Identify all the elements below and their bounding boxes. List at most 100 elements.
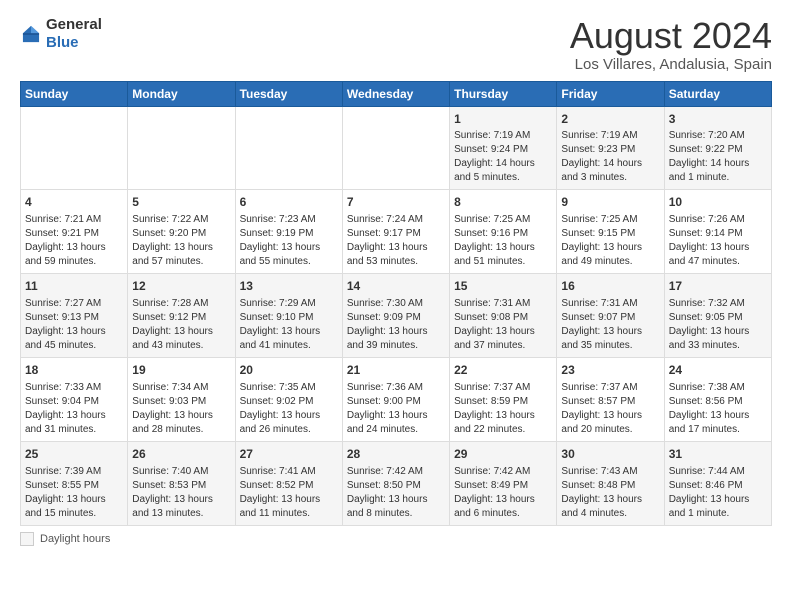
day-info: Daylight: 13 hours and 53 minutes. [347, 241, 445, 269]
day-info: Sunset: 9:21 PM [25, 227, 123, 241]
calendar-cell: 12Sunrise: 7:28 AMSunset: 9:12 PMDayligh… [128, 274, 235, 358]
day-info: Sunset: 8:56 PM [669, 395, 767, 409]
calendar-cell: 2Sunrise: 7:19 AMSunset: 9:23 PMDaylight… [557, 106, 664, 190]
calendar-cell: 27Sunrise: 7:41 AMSunset: 8:52 PMDayligh… [235, 441, 342, 525]
day-number: 19 [132, 362, 230, 379]
day-info: Sunrise: 7:21 AM [25, 213, 123, 227]
day-info: Daylight: 13 hours and 43 minutes. [132, 325, 230, 353]
day-info: Sunset: 9:13 PM [25, 311, 123, 325]
day-number: 5 [132, 194, 230, 211]
calendar-cell: 19Sunrise: 7:34 AMSunset: 9:03 PMDayligh… [128, 357, 235, 441]
calendar-cell: 15Sunrise: 7:31 AMSunset: 9:08 PMDayligh… [450, 274, 557, 358]
day-number: 4 [25, 194, 123, 211]
day-number: 23 [561, 362, 659, 379]
calendar-cell: 29Sunrise: 7:42 AMSunset: 8:49 PMDayligh… [450, 441, 557, 525]
day-info: Sunrise: 7:42 AM [347, 465, 445, 479]
calendar-cell: 18Sunrise: 7:33 AMSunset: 9:04 PMDayligh… [21, 357, 128, 441]
day-number: 12 [132, 278, 230, 295]
day-info: Sunset: 9:14 PM [669, 227, 767, 241]
day-info: Sunrise: 7:19 AM [454, 129, 552, 143]
day-info: Sunrise: 7:37 AM [561, 381, 659, 395]
day-info: Daylight: 13 hours and 31 minutes. [25, 409, 123, 437]
day-info: Sunrise: 7:19 AM [561, 129, 659, 143]
calendar-cell: 8Sunrise: 7:25 AMSunset: 9:16 PMDaylight… [450, 190, 557, 274]
day-info: Daylight: 13 hours and 26 minutes. [240, 409, 338, 437]
day-info: Sunset: 9:07 PM [561, 311, 659, 325]
day-info: Sunrise: 7:24 AM [347, 213, 445, 227]
day-info: Daylight: 13 hours and 47 minutes. [669, 241, 767, 269]
calendar-cell: 10Sunrise: 7:26 AMSunset: 9:14 PMDayligh… [664, 190, 771, 274]
day-number: 6 [240, 194, 338, 211]
day-info: Sunrise: 7:25 AM [454, 213, 552, 227]
day-number: 29 [454, 446, 552, 463]
day-info: Sunrise: 7:44 AM [669, 465, 767, 479]
day-info: Sunrise: 7:37 AM [454, 381, 552, 395]
day-header: Saturday [664, 81, 771, 106]
day-number: 22 [454, 362, 552, 379]
day-number: 13 [240, 278, 338, 295]
day-info: Sunrise: 7:41 AM [240, 465, 338, 479]
main-title: August 2024 [570, 16, 772, 56]
calendar-cell: 16Sunrise: 7:31 AMSunset: 9:07 PMDayligh… [557, 274, 664, 358]
day-header: Sunday [21, 81, 128, 106]
day-number: 10 [669, 194, 767, 211]
day-info: Daylight: 13 hours and 28 minutes. [132, 409, 230, 437]
day-number: 14 [347, 278, 445, 295]
day-info: Sunset: 9:10 PM [240, 311, 338, 325]
day-info: Sunrise: 7:35 AM [240, 381, 338, 395]
day-info: Daylight: 13 hours and 17 minutes. [669, 409, 767, 437]
day-number: 24 [669, 362, 767, 379]
calendar-cell [128, 106, 235, 190]
day-info: Sunset: 9:20 PM [132, 227, 230, 241]
day-info: Sunrise: 7:39 AM [25, 465, 123, 479]
week-row: 1Sunrise: 7:19 AMSunset: 9:24 PMDaylight… [21, 106, 772, 190]
day-info: Daylight: 13 hours and 22 minutes. [454, 409, 552, 437]
day-info: Sunset: 9:22 PM [669, 143, 767, 157]
footer: Daylight hours [20, 532, 772, 546]
logo: General Blue [20, 16, 102, 52]
calendar-cell: 6Sunrise: 7:23 AMSunset: 9:19 PMDaylight… [235, 190, 342, 274]
page: General Blue August 2024 Los Villares, A… [0, 0, 792, 612]
day-info: Sunset: 8:55 PM [25, 479, 123, 493]
calendar-cell [21, 106, 128, 190]
day-info: Sunset: 9:08 PM [454, 311, 552, 325]
day-info: Sunrise: 7:33 AM [25, 381, 123, 395]
logo-icon [20, 23, 42, 45]
day-info: Daylight: 13 hours and 39 minutes. [347, 325, 445, 353]
day-info: Daylight: 13 hours and 51 minutes. [454, 241, 552, 269]
day-info: Sunrise: 7:30 AM [347, 297, 445, 311]
day-info: Daylight: 13 hours and 49 minutes. [561, 241, 659, 269]
day-number: 3 [669, 111, 767, 128]
day-info: Daylight: 13 hours and 59 minutes. [25, 241, 123, 269]
day-info: Sunset: 8:50 PM [347, 479, 445, 493]
calendar-cell [342, 106, 449, 190]
week-row: 11Sunrise: 7:27 AMSunset: 9:13 PMDayligh… [21, 274, 772, 358]
day-header: Wednesday [342, 81, 449, 106]
day-info: Sunrise: 7:28 AM [132, 297, 230, 311]
day-number: 17 [669, 278, 767, 295]
day-info: Daylight: 14 hours and 1 minute. [669, 157, 767, 185]
day-info: Sunset: 9:23 PM [561, 143, 659, 157]
week-row: 18Sunrise: 7:33 AMSunset: 9:04 PMDayligh… [21, 357, 772, 441]
day-number: 7 [347, 194, 445, 211]
day-number: 11 [25, 278, 123, 295]
logo-blue: Blue [46, 34, 79, 51]
day-info: Daylight: 13 hours and 1 minute. [669, 493, 767, 521]
day-info: Sunrise: 7:23 AM [240, 213, 338, 227]
day-info: Daylight: 13 hours and 13 minutes. [132, 493, 230, 521]
day-number: 2 [561, 111, 659, 128]
header: General Blue August 2024 Los Villares, A… [20, 16, 772, 73]
day-info: Sunset: 9:00 PM [347, 395, 445, 409]
day-info: Daylight: 14 hours and 3 minutes. [561, 157, 659, 185]
day-info: Daylight: 13 hours and 8 minutes. [347, 493, 445, 521]
calendar-cell: 20Sunrise: 7:35 AMSunset: 9:02 PMDayligh… [235, 357, 342, 441]
day-header: Friday [557, 81, 664, 106]
day-info: Sunrise: 7:20 AM [669, 129, 767, 143]
day-info: Sunset: 9:16 PM [454, 227, 552, 241]
title-area: August 2024 Los Villares, Andalusia, Spa… [570, 16, 772, 73]
day-number: 9 [561, 194, 659, 211]
day-number: 15 [454, 278, 552, 295]
day-number: 26 [132, 446, 230, 463]
calendar-cell [235, 106, 342, 190]
calendar-cell: 4 Sunrise: 7:21 AMSunset: 9:21 PMDaylight… [21, 190, 128, 274]
